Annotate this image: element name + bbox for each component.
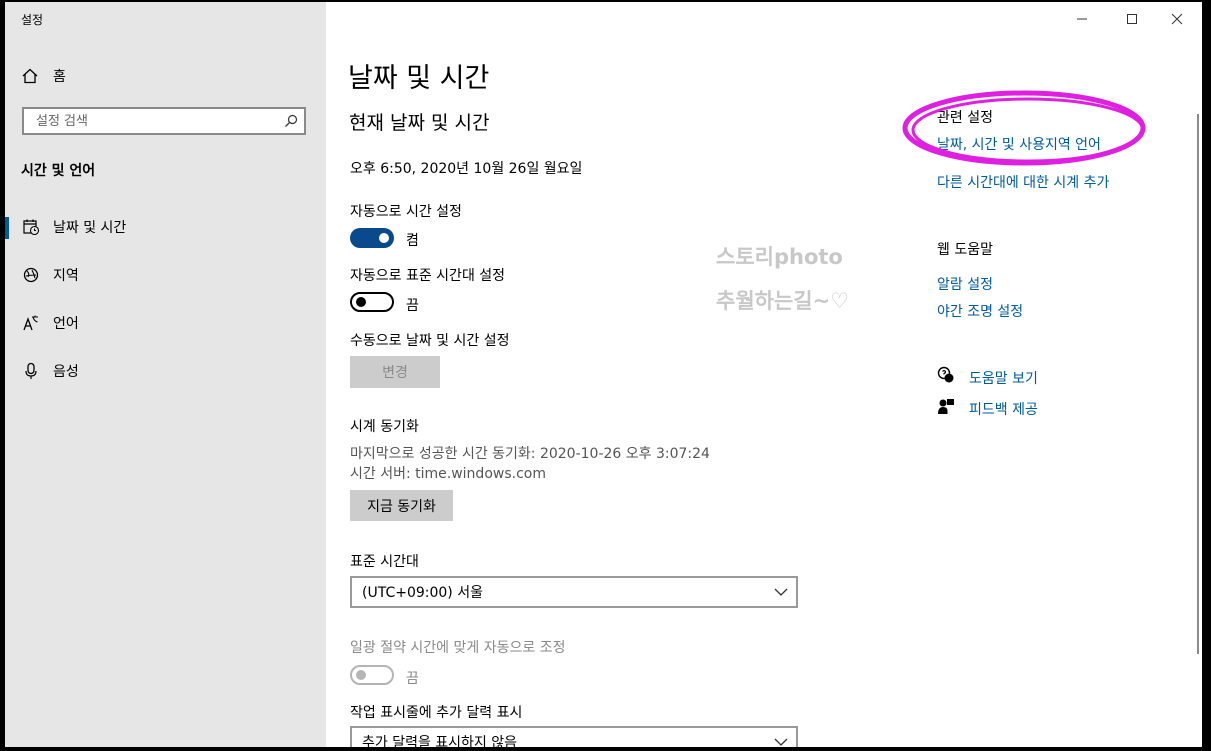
- section-title: 시간 및 언어: [21, 163, 96, 179]
- search-input[interactable]: [34, 112, 284, 130]
- chevron-down-icon: [774, 738, 788, 746]
- highlight-circle: [902, 90, 1146, 166]
- toggle-knob: [356, 297, 366, 307]
- minimize-icon: [1077, 18, 1087, 20]
- timezone-value: (UTC+09:00) 서울: [362, 585, 483, 601]
- date-time-icon: [23, 219, 40, 236]
- toggle-knob: [379, 233, 389, 243]
- current-date-time: 오후 6:50, 2020년 10월 26일 월요일: [350, 161, 583, 177]
- home-label: 홈: [53, 69, 66, 85]
- microphone-icon: [25, 362, 37, 379]
- maximize-icon: [1127, 14, 1137, 24]
- page-title: 날짜 및 시간: [348, 63, 490, 94]
- sync-now-button[interactable]: 지금 동기화: [350, 490, 453, 521]
- timezone-dropdown[interactable]: (UTC+09:00) 서울: [350, 576, 798, 608]
- taskbar-calendar-value: 추가 달력을 표시하지 않음: [362, 735, 518, 747]
- auto-time-state: 켬: [406, 233, 419, 249]
- sidebar-item-region[interactable]: 지역: [5, 255, 326, 295]
- night-light-link[interactable]: 야간 조명 설정: [937, 301, 1023, 321]
- close-icon: [1171, 13, 1183, 25]
- change-button[interactable]: 변경: [350, 356, 440, 388]
- help-chat-icon: [937, 366, 954, 383]
- chevron-down-icon: [774, 588, 788, 596]
- feedback-icon: [938, 399, 954, 414]
- taskbar-calendar-label: 작업 표시줄에 추가 달력 표시: [350, 705, 523, 721]
- home-nav-item[interactable]: 홈: [21, 64, 66, 88]
- auto-timezone-toggle[interactable]: [350, 292, 394, 312]
- get-help-link[interactable]: 도움말 보기: [969, 368, 1038, 388]
- time-server-text: 시간 서버: time.windows.com: [350, 466, 546, 482]
- app-title: 설정: [21, 13, 44, 27]
- sidebar-item-label: 언어: [53, 316, 79, 332]
- feedback-link[interactable]: 피드백 제공: [969, 399, 1038, 419]
- auto-timezone-label: 자동으로 표준 시간대 설정: [350, 268, 506, 284]
- maximize-button[interactable]: [1117, 8, 1147, 30]
- minimize-button[interactable]: [1067, 8, 1097, 30]
- auto-time-toggle[interactable]: [350, 228, 394, 248]
- sidebar-item-speech[interactable]: 음성: [5, 351, 326, 391]
- search-box[interactable]: [22, 107, 306, 135]
- sidebar-item-label: 음성: [53, 364, 79, 380]
- manual-date-time-label: 수동으로 날짜 및 시간 설정: [350, 333, 510, 349]
- sidebar-item-language[interactable]: 언어: [5, 303, 326, 343]
- auto-time-label: 자동으로 시간 설정: [350, 204, 462, 220]
- current-date-time-heading: 현재 날짜 및 시간: [349, 112, 490, 134]
- scrollbar[interactable]: [1197, 114, 1199, 654]
- last-sync-text: 마지막으로 성공한 시간 동기화: 2020-10-26 오후 3:07:24: [350, 446, 710, 462]
- alarm-settings-link[interactable]: 알람 설정: [937, 274, 993, 294]
- watermark-line-1: 스토리photo: [716, 245, 843, 269]
- sidebar: 설정 홈 시간 및 언어 날짜 및 시간: [5, 2, 326, 747]
- web-help-heading: 웹 도움말: [937, 242, 993, 258]
- clock-sync-heading: 시계 동기화: [350, 419, 419, 435]
- add-clocks-link[interactable]: 다른 시간대에 대한 시계 추가: [937, 172, 1109, 192]
- sidebar-item-date-time[interactable]: 날짜 및 시간: [5, 207, 326, 247]
- watermark-line-2: 추월하는길~♡: [716, 289, 850, 313]
- dst-label: 일광 절약 시간에 맞게 자동으로 조정: [350, 640, 566, 656]
- dst-state: 끔: [406, 671, 419, 687]
- taskbar-calendar-dropdown[interactable]: 추가 달력을 표시하지 않음: [350, 726, 798, 747]
- dst-toggle[interactable]: [350, 665, 394, 685]
- settings-window: 설정 홈 시간 및 언어 날짜 및 시간: [5, 2, 1202, 747]
- region-globe-icon: [23, 267, 39, 283]
- auto-timezone-state: 끔: [406, 298, 419, 314]
- home-icon: [22, 68, 38, 84]
- sidebar-item-label: 날짜 및 시간: [53, 220, 127, 236]
- search-icon[interactable]: [284, 114, 298, 128]
- close-button[interactable]: [1162, 8, 1192, 30]
- language-icon: [23, 315, 38, 331]
- timezone-label: 표준 시간대: [350, 554, 419, 570]
- toggle-knob: [356, 670, 366, 680]
- sidebar-item-label: 지역: [53, 268, 79, 284]
